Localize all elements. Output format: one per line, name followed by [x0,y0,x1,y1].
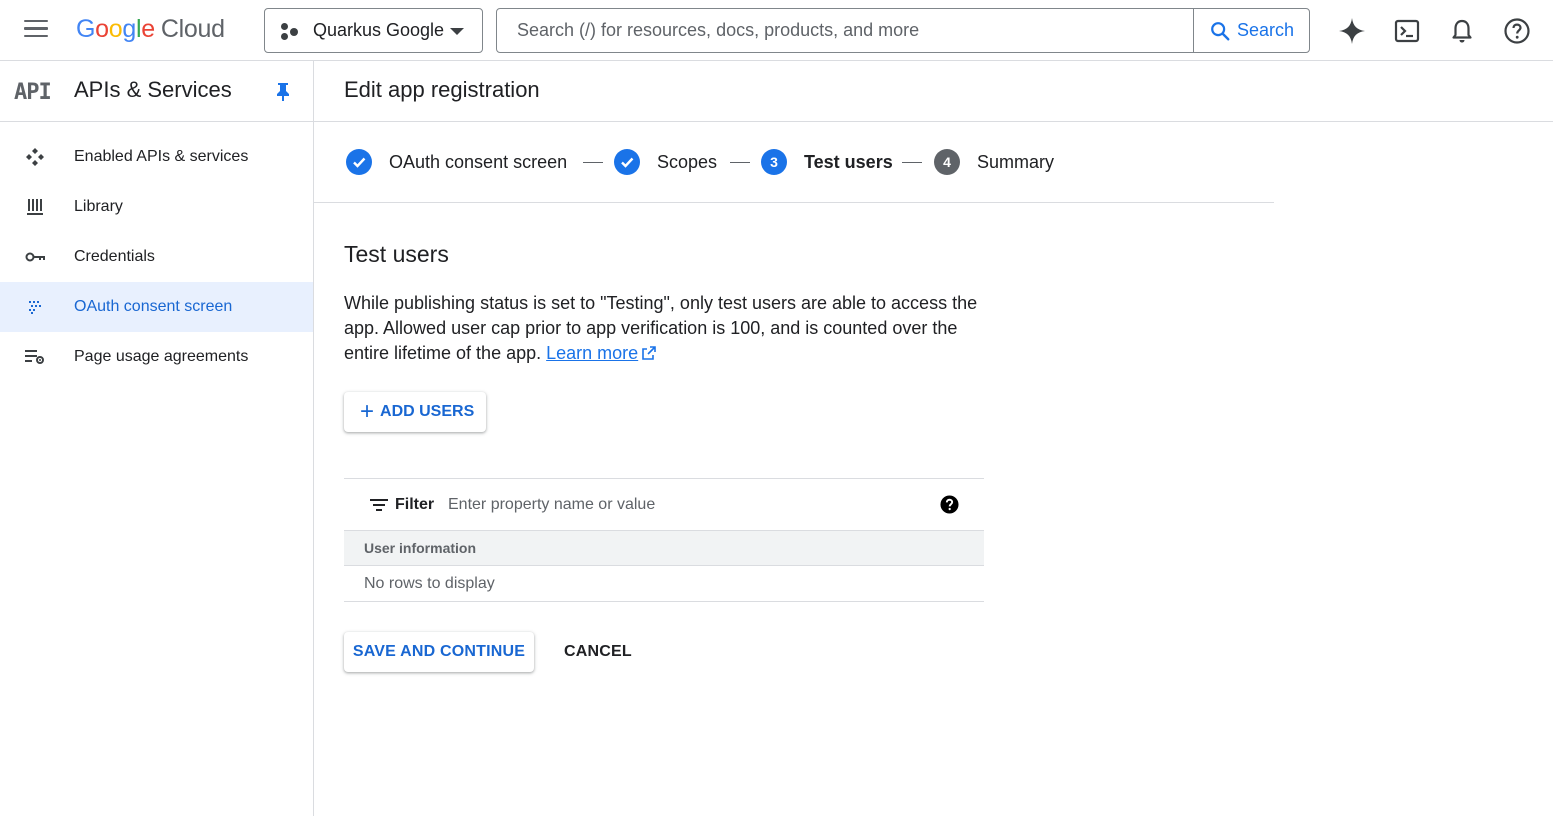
step-scopes[interactable]: Scopes [614,149,717,175]
sidebar-item-library[interactable]: Library [0,182,313,232]
sidebar-item-label: OAuth consent screen [74,298,233,315]
sidebar-item-page-usage-agreements[interactable]: Page usage agreements [0,332,313,382]
enabled-apis-icon [24,146,46,168]
sidebar-title: APIs & Services [74,77,232,102]
sidebar-item-label: Library [74,198,123,215]
step-divider [730,162,750,163]
project-icon [281,21,301,41]
page-header: Edit app registration [314,61,1553,122]
caret-down-icon [450,28,464,35]
section-title: Test users [344,241,449,267]
cloud-shell-icon[interactable] [1393,17,1421,45]
google-cloud-logo[interactable]: Google Cloud [76,15,225,44]
check-icon [346,149,372,175]
sidebar-item-oauth-consent-screen[interactable]: OAuth consent screen [0,282,313,332]
step-oauth-consent-screen[interactable]: OAuth consent screen [346,149,567,175]
notifications-icon[interactable] [1448,17,1476,45]
step-label: Test users [804,151,893,172]
sidebar-item-label: Credentials [74,248,155,265]
step-divider [902,162,922,163]
test-users-section: Test users While publishing status is se… [344,241,984,432]
step-number: 3 [761,149,787,175]
sidebar: API APIs & Services Enabled APIs & servi… [0,61,314,816]
project-picker[interactable]: Quarkus Google [264,8,483,53]
stepper: OAuth consent screen Scopes 3 Test users… [314,123,1274,203]
key-icon [24,246,46,268]
search-button[interactable]: Search [1193,9,1309,52]
search-bar: Search [496,8,1310,53]
section-description: While publishing status is set to "Testi… [344,291,994,366]
step-divider [583,162,603,163]
search-input[interactable] [497,9,1193,52]
form-actions: SAVE AND CONTINUE CANCEL [344,632,632,672]
pin-icon[interactable] [275,82,291,102]
page-title: Edit app registration [344,77,540,102]
step-test-users[interactable]: 3 Test users [761,149,893,175]
plus-icon: + [360,398,375,425]
add-users-label: ADD USERS [380,403,475,420]
external-link-icon [642,346,657,360]
project-name: Quarkus Google [313,20,445,40]
gemini-icon[interactable] [1338,17,1366,45]
learn-more-link[interactable]: Learn more [546,343,638,363]
step-summary[interactable]: 4 Summary [934,149,1054,175]
step-label: OAuth consent screen [389,151,568,172]
sidebar-item-credentials[interactable]: Credentials [0,232,313,282]
main-content: Edit app registration OAuth consent scre… [314,61,1553,816]
cancel-button[interactable]: CANCEL [564,643,632,661]
step-label: Scopes [657,151,718,172]
add-users-button[interactable]: + ADD USERS [344,392,486,432]
step-number: 4 [934,149,960,175]
sidebar-header: API APIs & Services [0,61,313,122]
oauth-icon [24,296,46,318]
api-logo: API [14,80,52,105]
empty-table-message: No rows to display [344,566,984,602]
column-header-user-information[interactable]: User information [344,530,984,566]
sidebar-item-label: Page usage agreements [74,348,249,365]
filter-icon [370,499,388,511]
description-text: While publishing status is set to "Testi… [344,293,978,363]
search-icon [1211,21,1230,40]
filter-input[interactable] [448,491,918,519]
help-icon[interactable] [940,495,959,514]
search-button-label: Search [1236,20,1295,40]
help-icon[interactable] [1503,17,1531,45]
step-label: Summary [977,151,1055,172]
sidebar-nav: Enabled APIs & services Library Credenti… [0,122,313,382]
main-menu-icon[interactable] [24,20,50,40]
filter-bar: Filter [344,478,984,530]
top-bar: Google Cloud Quarkus Google Search [0,0,1553,61]
settings-list-icon [24,346,46,368]
save-and-continue-button[interactable]: SAVE AND CONTINUE [344,632,534,672]
library-icon [24,196,46,218]
filter-label: Filter [395,495,435,513]
sidebar-item-label: Enabled APIs & services [74,148,249,165]
sidebar-item-enabled-apis[interactable]: Enabled APIs & services [0,132,313,182]
test-users-table: Filter User information No rows to displ… [344,478,984,602]
check-icon [614,149,640,175]
